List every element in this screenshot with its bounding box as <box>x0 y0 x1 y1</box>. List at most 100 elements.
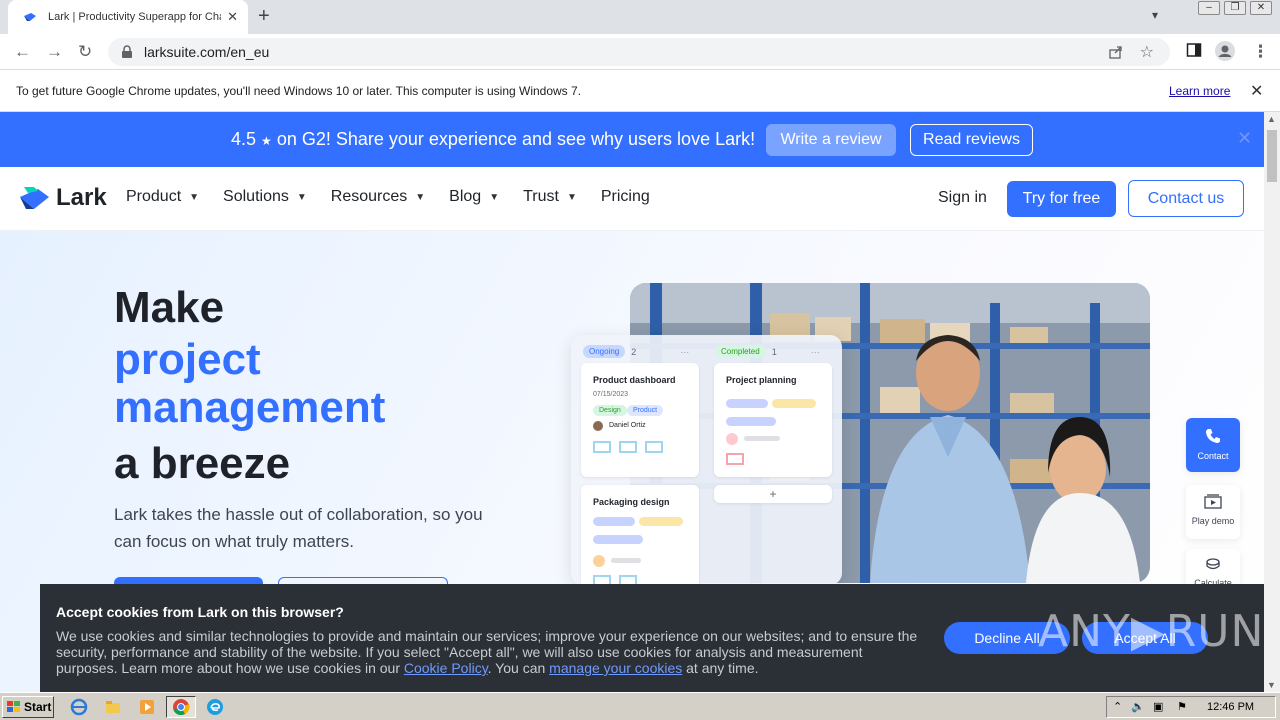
start-button[interactable]: Start <box>2 696 54 718</box>
back-arrow-icon[interactable]: ← <box>14 42 31 62</box>
site-header: Lark Product ▼ Solutions ▼ Resources ▼ Blog… <box>0 167 1264 231</box>
coins-icon <box>1206 558 1220 570</box>
avatar <box>593 555 605 567</box>
placeholder-bar <box>772 399 816 408</box>
share-icon[interactable] <box>1108 44 1124 60</box>
contact-us-button[interactable]: Contact us <box>1128 180 1244 217</box>
internet-explorer-icon[interactable] <box>70 698 88 716</box>
placeholder-bar <box>726 399 768 408</box>
scrollbar-thumb[interactable] <box>1267 130 1277 182</box>
tag-badge: Design <box>593 405 627 416</box>
card-title: Project planning <box>726 375 797 385</box>
column-count: 2 <box>631 346 637 357</box>
media-player-icon[interactable] <box>138 698 156 716</box>
more-icon: ··· <box>810 346 820 357</box>
file-explorer-icon[interactable] <box>104 698 122 716</box>
chevron-down-icon: ▼ <box>415 191 426 203</box>
address-bar[interactable]: larksuite.com/en_eu ☆ <box>108 38 1170 66</box>
lark-favicon-icon <box>24 13 36 21</box>
edge-icon[interactable] <box>206 698 224 716</box>
tab-search-chevron-icon[interactable]: ▾ <box>1152 8 1158 22</box>
taskbar-clock[interactable]: 12:46 PM <box>1207 701 1254 713</box>
lark-logo[interactable]: Lark <box>18 184 107 212</box>
placeholder-bar <box>593 535 643 544</box>
tray-expand-icon[interactable]: ⌃ <box>1113 700 1122 713</box>
attachment-icon <box>645 441 663 453</box>
lark-logo-icon <box>20 187 49 209</box>
menu-item-blog[interactable]: Blog ▼ <box>449 188 499 206</box>
profile-avatar-icon[interactable] <box>1214 40 1236 62</box>
write-review-button[interactable]: Write a review <box>766 124 896 156</box>
lock-icon <box>122 45 132 58</box>
manage-cookies-link[interactable]: manage your cookies <box>549 660 682 676</box>
volume-icon[interactable]: 🔈 <box>1131 700 1145 713</box>
menu-item-solutions[interactable]: Solutions ▼ <box>223 188 307 206</box>
tab-close-icon[interactable]: ✕ <box>227 9 238 25</box>
try-for-free-button[interactable]: Try for free <box>1007 181 1116 217</box>
tab-title: Lark | Productivity Superapp for Cha <box>48 11 222 23</box>
browser-toolbar: ← → ↻ larksuite.com/en_eu ☆ ⋮ <box>0 34 1280 70</box>
read-reviews-button[interactable]: Read reviews <box>910 124 1033 156</box>
card-title: Product dashboard <box>593 375 676 385</box>
new-tab-icon[interactable]: + <box>258 6 270 26</box>
network-icon[interactable]: ▣ <box>1153 700 1163 713</box>
menu-item-trust[interactable]: Trust ▼ <box>523 188 577 206</box>
status-badge: Ongoing <box>583 345 626 358</box>
reload-icon[interactable]: ↻ <box>78 42 92 62</box>
menu-item-product[interactable]: Product ▼ <box>126 188 199 206</box>
browser-tab-strip: Lark | Productivity Superapp for Cha ✕ +… <box>0 0 1280 34</box>
side-panel-icon[interactable] <box>1186 42 1202 58</box>
window-controls: – ❐ ✕ <box>1198 1 1272 15</box>
cookie-title: Accept cookies from Lark on this browser… <box>56 604 344 620</box>
attachment-icon <box>726 453 744 465</box>
contact-label: Contact <box>1197 451 1229 461</box>
contact-side-button[interactable]: Contact <box>1186 418 1240 472</box>
scroll-up-icon[interactable]: ▲ <box>1267 114 1276 124</box>
sign-in-link[interactable]: Sign in <box>938 189 987 207</box>
card-date: 07/15/2023 <box>593 391 629 398</box>
assignee-name: Daniel Ortiz <box>609 422 646 429</box>
banner-rating: 4.5 <box>231 129 257 149</box>
start-label: Start <box>24 700 52 714</box>
menu-item-resources[interactable]: Resources ▼ <box>331 188 425 206</box>
update-message: To get future Google Chrome updates, you… <box>16 84 582 98</box>
minimize-button[interactable]: – <box>1198 1 1220 15</box>
bookmark-star-icon[interactable]: ☆ <box>1140 42 1154 62</box>
windows-taskbar: Start ⌃ 🔈 ▣ ⚑ 12:46 PM <box>0 692 1280 720</box>
chrome-taskbar-button[interactable] <box>166 696 196 718</box>
main-menu: Product ▼ Solutions ▼ Resources ▼ Blog ▼ Tru… <box>126 188 674 206</box>
placeholder-bar <box>593 517 635 526</box>
infobar-close-icon[interactable]: ✕ <box>1250 81 1263 101</box>
maximize-button[interactable]: ❐ <box>1224 1 1246 15</box>
kanban-board-preview: Ongoing 2 ··· Completed 1 ··· Product da… <box>571 335 842 585</box>
browser-tab[interactable]: Lark | Productivity Superapp for Cha ✕ <box>8 0 248 34</box>
menu-label: Pricing <box>600 188 650 205</box>
cookie-consent-banner: Accept cookies from Lark on this browser… <box>40 584 1264 692</box>
banner-close-icon[interactable]: ✕ <box>1237 128 1252 149</box>
task-card: Project planning <box>714 363 832 477</box>
cookie-policy-link[interactable]: Cookie Policy <box>404 660 488 676</box>
phone-icon <box>1206 429 1220 443</box>
play-demo-side-button[interactable]: Play demo <box>1186 485 1240 539</box>
add-card-button: + <box>714 485 832 503</box>
hero-subtitle: Lark takes the hassle out of collaborati… <box>114 505 483 551</box>
learn-more-link[interactable]: Learn more <box>1169 84 1230 98</box>
play-video-icon <box>1204 494 1222 509</box>
close-window-button[interactable]: ✕ <box>1250 1 1272 15</box>
chrome-menu-icon[interactable]: ⋮ <box>1252 42 1269 62</box>
g2-review-banner: 4.5 ★ on G2! Share your experience and s… <box>0 112 1264 167</box>
placeholder-bar <box>611 558 641 563</box>
menu-item-pricing[interactable]: Pricing <box>601 188 650 206</box>
banner-message: on G2! Share your experience and see why… <box>276 129 756 149</box>
scroll-down-icon[interactable]: ▼ <box>1267 680 1276 690</box>
url-text: larksuite.com/en_eu <box>144 44 270 60</box>
placeholder-bar <box>744 436 780 441</box>
page-scrollbar[interactable]: ▲ ▼ <box>1264 112 1280 692</box>
forward-arrow-icon[interactable]: → <box>46 42 63 62</box>
hero-heading-line-3: management <box>114 383 386 432</box>
anyrun-watermark: ANY▶RUN <box>1038 606 1264 657</box>
card-title: Packaging design <box>593 497 670 507</box>
flag-icon[interactable]: ⚑ <box>1177 700 1187 713</box>
tag-badge: Product <box>627 405 664 416</box>
star-icon: ★ <box>261 134 272 148</box>
